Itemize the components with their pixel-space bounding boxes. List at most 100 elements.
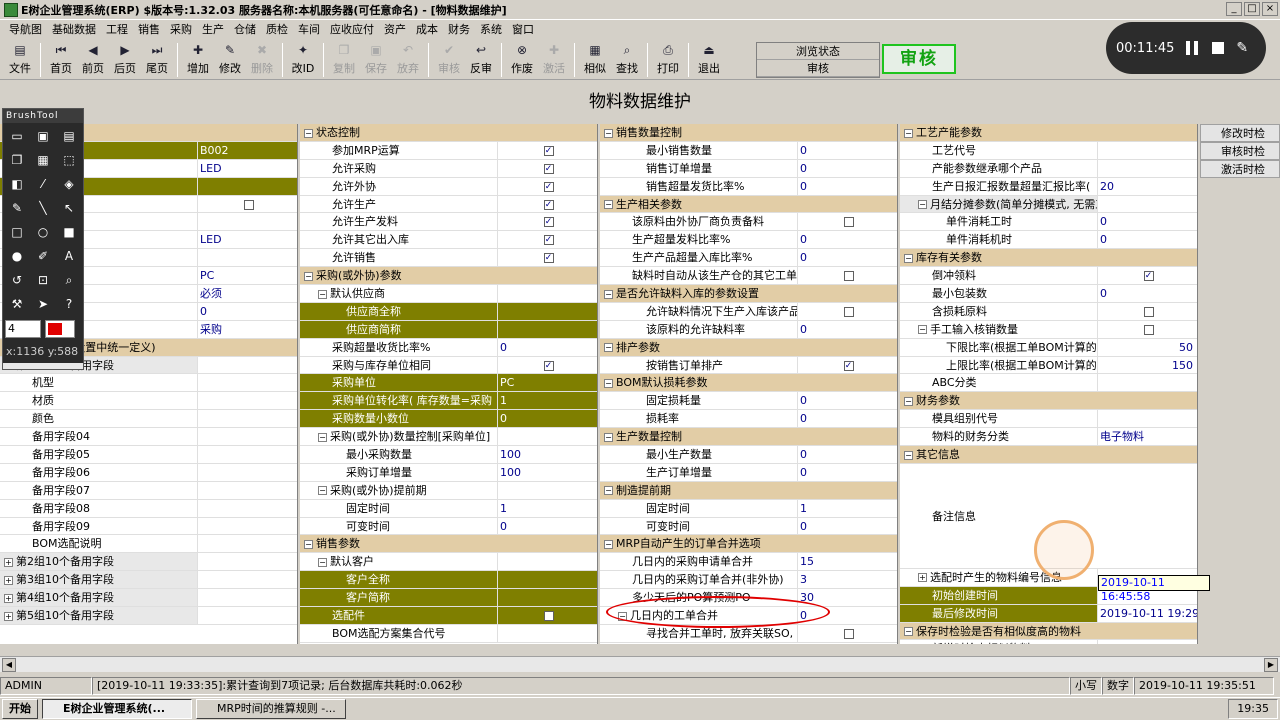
grid-section-header[interactable]: − 工艺产能参数 <box>900 124 1197 142</box>
help-icon[interactable]: ? <box>57 293 81 315</box>
grid-row[interactable]: 可变时间 0 <box>300 517 597 536</box>
grid-row-value[interactable] <box>1098 321 1197 338</box>
filled-rect-icon[interactable]: ■ <box>57 221 81 243</box>
grid-row-value[interactable]: ✓ <box>498 213 597 230</box>
toolbar-button-last[interactable]: ⏭ 尾页 <box>141 40 173 78</box>
grid-row[interactable]: 生产产品超量入库比率% 0 <box>600 249 897 268</box>
grid-row-value[interactable] <box>498 428 597 445</box>
grid-row-value[interactable]: B002 <box>198 141 297 159</box>
grid-row[interactable]: 单件消耗工时 0 <box>900 213 1197 232</box>
grid-row[interactable]: 最小销售数量 0 <box>600 141 897 160</box>
pencil-icon[interactable]: ✎ <box>5 197 29 219</box>
grid-row[interactable]: 可变时间 0 <box>600 517 897 536</box>
toolbar-button-prev[interactable]: ◀ 前页 <box>77 40 109 78</box>
grid-row[interactable]: 允许销售 ✓ <box>300 249 597 268</box>
right-tab-1[interactable]: 审核时检 <box>1200 142 1280 160</box>
grid-row-value[interactable] <box>198 482 297 499</box>
toolbar-button-discard[interactable]: ↶ 放弃 <box>392 40 424 78</box>
grid-row-value[interactable]: 150 <box>1098 357 1197 374</box>
collapse-icon[interactable]: − <box>604 539 613 549</box>
hammer-icon[interactable]: ⚒ <box>5 293 29 315</box>
grid-row-value[interactable]: PC <box>498 374 597 392</box>
grid-row-value[interactable] <box>198 410 297 427</box>
grid-row-value[interactable] <box>198 571 297 588</box>
checkbox[interactable]: ✓ <box>543 163 554 174</box>
grid-row-value[interactable] <box>498 571 597 589</box>
collapse-icon[interactable]: − <box>918 200 927 210</box>
grid-row-value[interactable] <box>798 267 897 284</box>
expand-icon[interactable]: + <box>918 573 927 583</box>
grid-row-value[interactable]: 0 <box>798 464 897 481</box>
grid-row[interactable]: 客户全称 <box>300 571 597 590</box>
grid-row[interactable]: 允许生产 ✓ <box>300 195 597 214</box>
grid-row-value[interactable]: 0 <box>798 392 897 409</box>
grid-row[interactable]: 最小生产数量 0 <box>600 446 897 464</box>
grid-section-header[interactable]: − 生产数量控制 <box>600 428 897 447</box>
collapse-icon[interactable]: − <box>604 432 613 442</box>
grid-row[interactable]: 允许采购 ✓ <box>300 159 597 178</box>
grid-row[interactable]: 采购与库存单位相同 ✓ <box>300 356 597 375</box>
grid-section-header[interactable]: − 销售参数 <box>300 535 597 554</box>
close-button[interactable]: × <box>1262 2 1278 16</box>
collapse-icon[interactable]: − <box>904 396 913 406</box>
grid-row[interactable]: 含损耗原料 <box>900 302 1197 321</box>
grid-row[interactable]: 采购超量收货比率% 0 <box>300 338 597 357</box>
grid-row[interactable]: 参加MRP运算 ✓ <box>300 141 597 160</box>
grid-row[interactable]: BOM选配说明 <box>0 535 297 554</box>
grid-row[interactable]: − 默认客户 <box>300 553 597 572</box>
checkbox[interactable] <box>843 217 854 228</box>
grid-row-value[interactable] <box>198 249 297 266</box>
taskbar-item-erp[interactable]: E树企业管理系统(... <box>42 699 192 719</box>
grid-row-value[interactable] <box>198 607 297 624</box>
grid-row[interactable]: 物料的财务分类 电子物料 <box>900 428 1197 447</box>
grid-section-header[interactable]: − 其它信息 <box>900 446 1197 464</box>
toolbar-button-unaudit[interactable]: ↩ 反审 <box>465 40 497 78</box>
grid-row-value[interactable]: 1 <box>498 500 597 517</box>
minimize-button[interactable]: _ <box>1226 2 1242 16</box>
scroll-left-icon[interactable]: ◀ <box>2 658 16 672</box>
brush-color-picker[interactable] <box>45 320 75 338</box>
grid-row-value[interactable]: 0 <box>798 446 897 463</box>
collapse-icon[interactable]: − <box>904 128 913 138</box>
grid-row-value[interactable]: 必须 <box>198 285 297 302</box>
grid-row[interactable]: 该原料由外协厂商负责备料 <box>600 213 897 232</box>
grid-row[interactable]: 颜色 <box>0 410 297 429</box>
grid-row[interactable]: 生产订单增量 0 <box>600 463 897 482</box>
collapse-icon[interactable]: − <box>604 289 613 299</box>
grid-row-value[interactable]: 电子物料 <box>1098 428 1197 445</box>
grid-row[interactable]: 该原料的允许缺料率 0 <box>600 320 897 339</box>
filled-ellipse-icon[interactable]: ● <box>5 245 29 267</box>
menu-item-3[interactable]: 销售 <box>133 21 165 39</box>
grid-row-value[interactable] <box>198 500 297 517</box>
grid-section-header[interactable]: − 状态控制 <box>300 124 597 142</box>
grid-row[interactable]: 机型 <box>0 374 297 393</box>
grid-row[interactable]: + 第5组10个备用字段 <box>0 607 297 625</box>
grid-row-value[interactable]: 1 <box>498 392 597 410</box>
audit-status-button[interactable]: 审核 <box>882 44 956 74</box>
grid-row[interactable]: 上限比率(根据工单BOM计算的 150 <box>900 356 1197 375</box>
grid-row-value[interactable] <box>498 482 597 499</box>
grid-row[interactable]: 供应商全称 <box>300 302 597 321</box>
grid-section-header[interactable]: − 库存有关参数 <box>900 249 1197 268</box>
grid-row[interactable]: 供应商简称 <box>300 320 597 339</box>
taskbar-item-doc[interactable]: MRP时间的推算规则 -... <box>196 699 346 719</box>
grid-row-value[interactable]: ✓ <box>498 142 597 159</box>
menu-item-10[interactable]: 资产 <box>379 21 411 39</box>
grid-row[interactable]: 采购单位 PC <box>300 374 597 393</box>
collapse-icon[interactable]: − <box>904 450 913 460</box>
grid-row[interactable]: 最小采购数量 100 <box>300 446 597 464</box>
grid-row[interactable]: 固定损耗量 0 <box>600 392 897 411</box>
grid-section-header[interactable]: − 是否允许缺料入库的参数设置 <box>600 285 897 303</box>
grid-row[interactable]: 允许缺料情况下生产入库该产品 <box>600 302 897 321</box>
menu-item-11[interactable]: 成本 <box>411 21 443 39</box>
menu-item-14[interactable]: 窗口 <box>507 21 539 39</box>
ellipse-icon[interactable]: ○ <box>31 221 55 243</box>
grid-row[interactable]: 缺料时自动从该生产仓的其它工单 <box>600 267 897 286</box>
grid-row-value[interactable]: 0 <box>1098 213 1197 230</box>
right-tab-2[interactable]: 激活时检 <box>1200 160 1280 178</box>
grid-row-value[interactable] <box>198 428 297 445</box>
grid-row-value[interactable]: 0 <box>498 339 597 356</box>
grid-row-value[interactable]: 0 <box>798 231 897 248</box>
grid-row-value[interactable]: ✓ <box>498 357 597 374</box>
grid-row[interactable]: + 第4组10个备用字段 <box>0 589 297 608</box>
